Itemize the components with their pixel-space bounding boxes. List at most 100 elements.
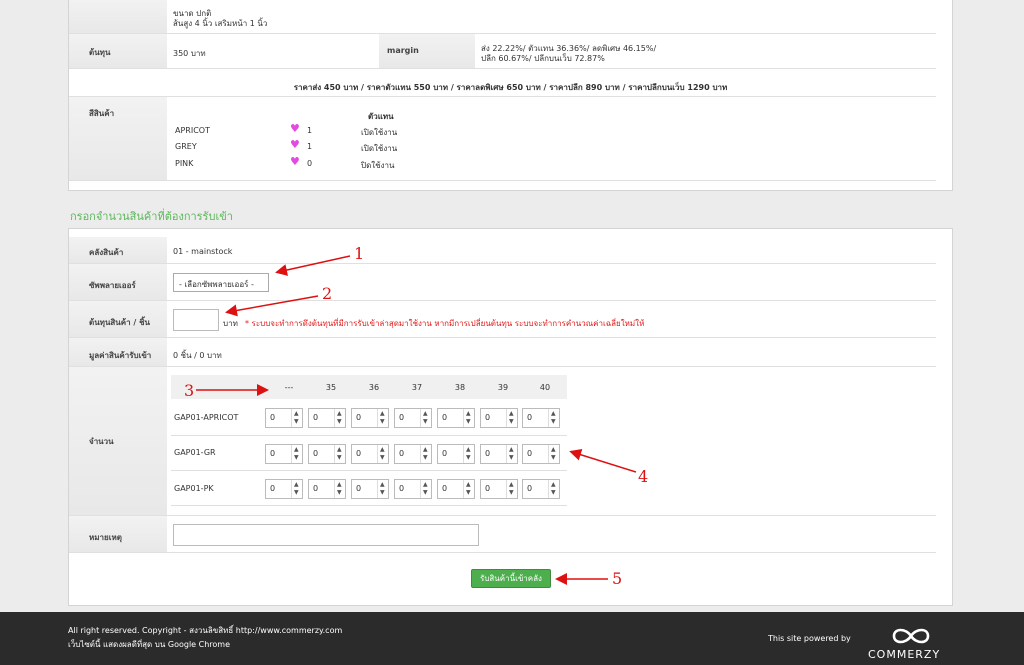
unit-cost-note: * ระบบจะทำการดึงต้นทุนที่มีการรับเข้าล่า… <box>245 319 645 328</box>
heart-icon: ♥ <box>290 138 300 151</box>
quantity-value: 0 <box>270 449 276 458</box>
quantity-value: 0 <box>485 449 491 458</box>
stepper-arrows-icon[interactable]: ▲ ▼ <box>334 409 345 427</box>
quantity-value: 0 <box>442 449 448 458</box>
quantity-stepper[interactable]: 0 ▲ ▼ <box>265 444 303 464</box>
sku-label: GAP01-PK <box>174 484 214 493</box>
quantity-stepper[interactable]: 0 ▲ ▼ <box>437 479 475 499</box>
supplier-select[interactable]: - เลือกซัพพลายเออร์ - <box>173 273 269 292</box>
footer-brand: COMMERZY <box>868 648 941 661</box>
quantity-stepper[interactable]: 0 ▲ ▼ <box>480 408 518 428</box>
quantity-stepper[interactable]: 0 ▲ ▼ <box>394 408 432 428</box>
stepper-arrows-icon[interactable]: ▲ ▼ <box>420 409 431 427</box>
quantity-value: 0 <box>442 413 448 422</box>
unit-cost-input[interactable] <box>173 309 219 331</box>
color-status: เปิดใช้งาน <box>361 144 398 153</box>
annotation-number: 5 <box>612 569 623 588</box>
quantity-stepper[interactable]: 0 ▲ ▼ <box>308 408 346 428</box>
stepper-arrows-icon[interactable]: ▲ ▼ <box>291 445 302 463</box>
quantity-stepper[interactable]: 0 ▲ ▼ <box>480 444 518 464</box>
quantity-value: 0 <box>527 484 533 493</box>
quantity-value: 0 <box>313 413 319 422</box>
quantity-value: 0 <box>399 449 405 458</box>
quantity-value: 0 <box>356 484 362 493</box>
quantity-value: 0 <box>485 413 491 422</box>
size-header: 37 <box>411 383 423 392</box>
quantity-stepper[interactable]: 0 ▲ ▼ <box>351 479 389 499</box>
stepper-arrows-icon[interactable]: ▲ ▼ <box>463 480 474 498</box>
annotation-number: 2 <box>322 284 333 303</box>
remark-label: หมายเหตุ <box>69 516 167 552</box>
quantity-stepper[interactable]: 0 ▲ ▼ <box>308 479 346 499</box>
stepper-arrows-icon[interactable]: ▲ ▼ <box>463 445 474 463</box>
warehouse-value: 01 - mainstock <box>173 247 233 256</box>
price-summary: ราคาส่ง 450 บาท / ราคาตัวแทน 550 บาท / ร… <box>293 83 728 92</box>
stepper-arrows-icon[interactable]: ▲ ▼ <box>548 480 559 498</box>
stepper-arrows-icon[interactable]: ▲ ▼ <box>506 409 517 427</box>
quantity-value: 0 <box>399 413 405 422</box>
stepper-arrows-icon[interactable]: ▲ ▼ <box>334 480 345 498</box>
color-count: 0 <box>307 159 313 168</box>
quantity-stepper[interactable]: 0 ▲ ▼ <box>394 444 432 464</box>
section-title: กรอกจำนวนสินค้าที่ต้องการรับเข้า <box>70 210 233 223</box>
size-label-cell <box>69 0 167 33</box>
supplier-label: ซัพพลายเออร์ <box>69 264 167 300</box>
quantity-stepper[interactable]: 0 ▲ ▼ <box>522 444 560 464</box>
quantity-value: 0 <box>356 413 362 422</box>
stepper-arrows-icon[interactable]: ▲ ▼ <box>334 445 345 463</box>
quantity-value: 0 <box>270 484 276 493</box>
receive-stock-button[interactable]: รับสินค้านี้เข้าคลัง <box>471 569 551 588</box>
stepper-arrows-icon[interactable]: ▲ ▼ <box>377 480 388 498</box>
quantity-stepper[interactable]: 0 ▲ ▼ <box>351 444 389 464</box>
sku-label: GAP01-GR <box>174 448 216 457</box>
remark-input[interactable] <box>173 524 479 546</box>
quantity-value: 0 <box>527 413 533 422</box>
quantity-stepper[interactable]: 0 ▲ ▼ <box>437 444 475 464</box>
sku-label: GAP01-APRICOT <box>174 413 239 422</box>
color-name: GREY <box>175 142 197 151</box>
quantity-value: 0 <box>313 449 319 458</box>
size-header: 36 <box>368 383 380 392</box>
size-header: 39 <box>497 383 509 392</box>
stepper-arrows-icon[interactable]: ▲ ▼ <box>377 409 388 427</box>
quantity-stepper[interactable]: 0 ▲ ▼ <box>522 408 560 428</box>
stepper-arrows-icon[interactable]: ▲ ▼ <box>291 480 302 498</box>
quantity-stepper[interactable]: 0 ▲ ▼ <box>437 408 475 428</box>
size-header: --- <box>284 383 294 392</box>
quantity-stepper[interactable]: 0 ▲ ▼ <box>308 444 346 464</box>
color-name: PINK <box>175 159 194 168</box>
stepper-arrows-icon[interactable]: ▲ ▼ <box>420 480 431 498</box>
size-header: 35 <box>325 383 337 392</box>
quantity-stepper[interactable]: 0 ▲ ▼ <box>394 479 432 499</box>
size-header: 38 <box>454 383 466 392</box>
stepper-arrows-icon[interactable]: ▲ ▼ <box>548 409 559 427</box>
stepper-arrows-icon[interactable]: ▲ ▼ <box>420 445 431 463</box>
stepper-arrows-icon[interactable]: ▲ ▼ <box>506 480 517 498</box>
stepper-arrows-icon[interactable]: ▲ ▼ <box>377 445 388 463</box>
cost-value: 350 บาท <box>173 49 206 58</box>
stepper-arrows-icon[interactable]: ▲ ▼ <box>506 445 517 463</box>
unit-cost-label: ต้นทุนสินค้า / ชิ้น <box>69 301 167 337</box>
quantity-value: 0 <box>485 484 491 493</box>
quantity-stepper[interactable]: 0 ▲ ▼ <box>351 408 389 428</box>
size-grid: --- 35 36 37 38 39 40 GAP01-APRICOT GAP0… <box>171 375 567 507</box>
quantity-stepper[interactable]: 0 ▲ ▼ <box>265 408 303 428</box>
product-info-panel: ขนาด ปกติ ส้นสูง 4 นิ้ว เสริมหน้า 1 นิ้ว… <box>68 0 953 191</box>
color-status: ปิดใช้งาน <box>361 161 395 170</box>
quantity-value: 0 <box>442 484 448 493</box>
quantity-stepper[interactable]: 0 ▲ ▼ <box>480 479 518 499</box>
quantity-stepper[interactable]: 0 ▲ ▼ <box>522 479 560 499</box>
heart-icon: ♥ <box>290 155 300 168</box>
footer-browser-note: เว็บไซต์นี้ แสดงผลดีที่สุด บน Google Chr… <box>68 640 231 649</box>
receive-form-panel: คลังสินค้า 01 - mainstock ซัพพลายเออร์ -… <box>68 228 953 606</box>
unit-text: บาท <box>223 319 238 328</box>
footer: All right reserved. Copyright - สงวนลิขส… <box>0 612 1024 665</box>
color-count: 1 <box>307 142 313 151</box>
color-count: 1 <box>307 126 313 135</box>
stepper-arrows-icon[interactable]: ▲ ▼ <box>548 445 559 463</box>
stepper-arrows-icon[interactable]: ▲ ▼ <box>463 409 474 427</box>
size-line-2: ส้นสูง 4 นิ้ว เสริมหน้า 1 นิ้ว <box>173 19 268 28</box>
quantity-stepper[interactable]: 0 ▲ ▼ <box>265 479 303 499</box>
stepper-arrows-icon[interactable]: ▲ ▼ <box>291 409 302 427</box>
color-status: เปิดใช้งาน <box>361 128 398 137</box>
